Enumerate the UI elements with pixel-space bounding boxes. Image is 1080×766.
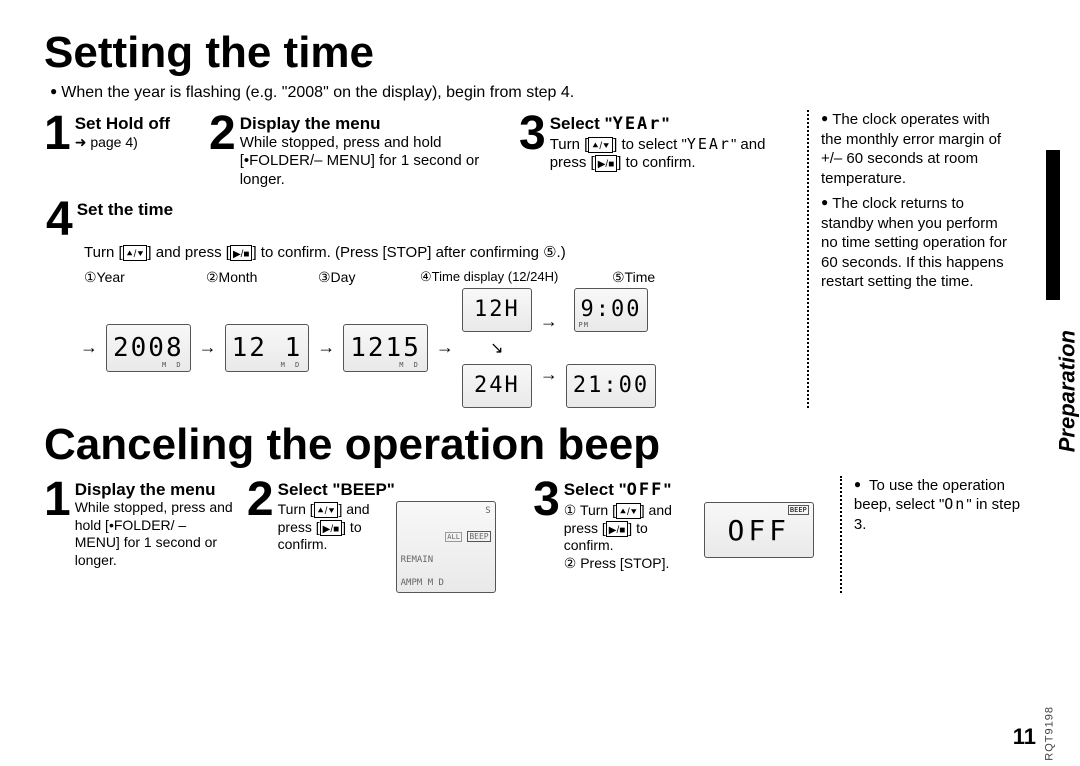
lcd-beep-menu: S ALL BEEP REMAIN AMPM M D (396, 501, 496, 593)
lcd-time-stack: 9:00PM 21:00 (566, 288, 656, 408)
step-text: While stopped, press and hold [•FOLDER/ … (75, 499, 235, 569)
time-step-1: 1 Set Hold off ➜ page 4) (44, 110, 199, 190)
beep-step-3: 3 Select "OFF" ① Turn [] and press [] to… (533, 476, 822, 594)
arrow-right-icon: → (199, 337, 217, 358)
arrow-right-icon: → (80, 337, 98, 358)
step4-diagram: → 2008M D → 12 1M D → 1215M D → 12H ↘ 24… (80, 288, 789, 408)
updown-icon (588, 137, 613, 153)
updown-icon (123, 245, 148, 261)
lcd-month: 12 1M D (225, 324, 310, 372)
side-note-1: The clock operates with the monthly erro… (821, 110, 1007, 188)
section-tab: Preparation (1036, 100, 1056, 350)
step4-instruction: Turn [] and press [] to confirm. (Press … (84, 244, 789, 263)
lcd-time-24: 21:00 (566, 364, 656, 408)
step-title: Select "OFF" (564, 480, 814, 501)
step-text: ① Turn [] and press [] to confirm. ② Pre… (564, 502, 694, 572)
time-step-3: 3 Select "YEAr" Turn [] to select "YEAr"… (519, 110, 779, 190)
step-number: 2 (209, 110, 236, 190)
beep-side-notes: To use the operation beep, select "On" i… (840, 476, 1036, 594)
arrow-right-icon: → (540, 364, 558, 385)
section-tab-bar (1046, 150, 1060, 300)
section-tab-label: Preparation (1054, 330, 1080, 452)
label-month: ②Month (206, 269, 296, 286)
beep-side-note: To use the operation beep, select "On" i… (854, 476, 1036, 535)
step-title: Display the menu (75, 480, 235, 500)
label-year: ①Year (84, 269, 184, 286)
arrow-right-icon: → (436, 337, 454, 358)
step-number: 1 (44, 476, 71, 594)
page-title-2: Canceling the operation beep (44, 420, 1036, 470)
lcd-off-display: BEEP OFF (704, 502, 814, 558)
step-number: 3 (533, 476, 560, 594)
beep-step-2: 2 Select "BEEP" Turn [] and press [] to … (247, 476, 521, 594)
playstop-icon (595, 155, 618, 171)
lcd-12h: 12H (462, 288, 532, 332)
lcd-time-12: 9:00PM (574, 288, 649, 332)
step-text: While stopped, press and hold [•FOLDER/–… (240, 134, 509, 190)
playstop-icon (320, 520, 343, 536)
step-title: Select "BEEP" (278, 480, 496, 500)
time-step-2: 2 Display the menu While stopped, press … (209, 110, 509, 190)
arrow-right-icon: → (540, 311, 558, 332)
label-day: ③Day (318, 269, 398, 286)
playstop-icon (606, 521, 629, 537)
lcd-24h: 24H (462, 364, 532, 408)
lcd-day: 1215M D (343, 324, 428, 372)
step-text: Turn [] to select "YEAr" and press [] to… (550, 135, 779, 174)
time-step-4: 4 Set the time (44, 196, 789, 244)
page-title-1: Setting the time (44, 28, 1036, 78)
updown-icon (314, 502, 339, 518)
lcd-word-off: OFF (627, 480, 664, 500)
beep-step-1: 1 Display the menu While stopped, press … (44, 476, 235, 594)
step-number: 1 (44, 110, 71, 190)
page-number: 11 (1013, 724, 1036, 750)
document-code: RQT9198 (1044, 706, 1056, 761)
step-title: Set Hold off (75, 114, 170, 134)
step-number: 3 (519, 110, 546, 190)
step4-labels: ①Year ②Month ③Day ④Time display (12/24H)… (84, 269, 789, 286)
updown-icon (616, 503, 641, 519)
step-title: Set the time (77, 200, 789, 220)
label-time: ⑤Time (612, 269, 655, 286)
time-side-notes: The clock operates with the monthly erro… (807, 110, 1007, 408)
label-time-display: ④Time display (12/24H) (420, 269, 590, 286)
step-title: Display the menu (240, 114, 509, 134)
side-note-2: The clock returns to standby when you pe… (821, 194, 1007, 292)
step-ref: ➜ page 4) (75, 134, 170, 151)
intro-note: When the year is flashing (e.g. "2008" o… (50, 84, 1036, 102)
arrow-down-icon: ↘ (490, 338, 503, 358)
arrow-stack: → → (540, 311, 558, 385)
playstop-icon (230, 245, 253, 261)
step-number: 2 (247, 476, 274, 594)
step-title: Select "YEAr" (550, 114, 779, 135)
lcd-time-display-stack: 12H ↘ 24H (462, 288, 532, 408)
lcd-word-year: YEAr (613, 114, 662, 134)
time-steps-area: 1 Set Hold off ➜ page 4) 2 Display the m… (44, 110, 789, 408)
arrow-right-icon: → (317, 337, 335, 358)
step-text: Turn [] and press [] to confirm. (278, 501, 388, 554)
lcd-year: 2008M D (106, 324, 191, 372)
step-number: 4 (46, 196, 73, 244)
